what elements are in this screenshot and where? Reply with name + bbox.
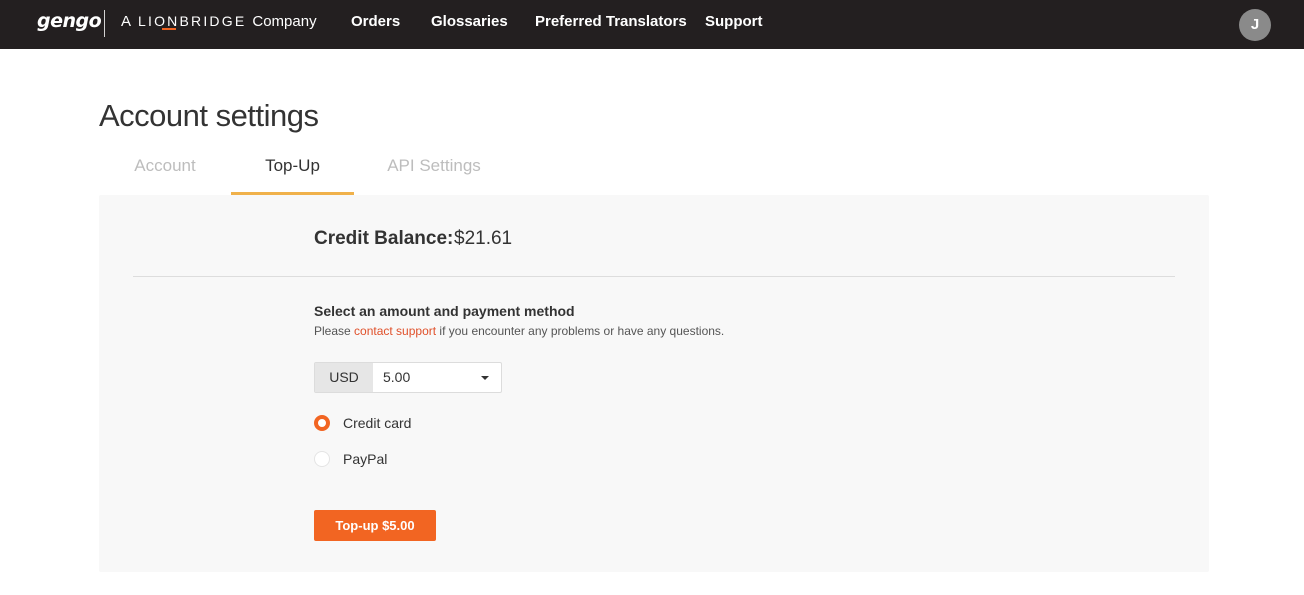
nav-item-support[interactable]: Support [705, 13, 763, 30]
nav-item-preferred-translators[interactable]: Preferred Translators [535, 13, 687, 30]
note-text-before: Please [314, 324, 355, 338]
radio-label-paypal: PayPal [343, 451, 388, 467]
radio-credit-card[interactable] [314, 415, 330, 431]
note-text-after: if you encounter any problems or have an… [436, 324, 725, 338]
tab-account[interactable]: Account [99, 149, 231, 195]
brand-name-text: LIONBRIDGE [138, 13, 247, 29]
radio-label-credit-card: Credit card [343, 415, 412, 431]
credit-balance-label: Credit Balance: [314, 228, 454, 249]
payment-section-title: Select an amount and payment method [314, 303, 575, 319]
top-navigation-bar: gengo A LIONBRIDGE Company Orders Glossari… [0, 0, 1304, 49]
section-divider [133, 276, 1175, 277]
amount-selected-value: 5.00 [383, 369, 411, 385]
tab-top-up[interactable]: Top-Up [231, 149, 354, 195]
payment-option-paypal[interactable]: PayPal [314, 449, 394, 469]
amount-select[interactable]: 5.00 [373, 363, 501, 392]
brand-prefix: A [121, 13, 132, 30]
top-up-panel: Credit Balance: $21.61 Select an amount … [99, 195, 1209, 572]
nav-item-glossaries[interactable]: Glossaries [431, 13, 508, 30]
nav-item-orders[interactable]: Orders [351, 13, 400, 30]
gengo-logo[interactable]: gengo [37, 10, 102, 32]
page-title: Account settings [99, 98, 319, 133]
user-avatar[interactable]: J [1239, 9, 1271, 41]
tab-api-settings[interactable]: API Settings [366, 149, 502, 195]
amount-input-group: USD 5.00 [314, 362, 502, 393]
brand-accent-mark [162, 28, 177, 30]
currency-addon: USD [315, 363, 373, 392]
brand-name: LIONBRIDGE [138, 13, 247, 30]
credit-balance-value: $21.61 [454, 228, 513, 249]
logo-divider [104, 10, 105, 37]
lionbridge-brand: A LIONBRIDGE Company [121, 13, 317, 30]
radio-paypal[interactable] [314, 451, 330, 467]
contact-support-link[interactable]: contact support [354, 324, 436, 338]
payment-section-note: Please contact support if you encounter … [314, 324, 724, 338]
payment-option-credit-card[interactable]: Credit card [314, 413, 424, 433]
chevron-down-icon [481, 376, 489, 380]
brand-suffix: Company [252, 13, 317, 30]
top-up-button[interactable]: Top-up $5.00 [314, 510, 436, 541]
